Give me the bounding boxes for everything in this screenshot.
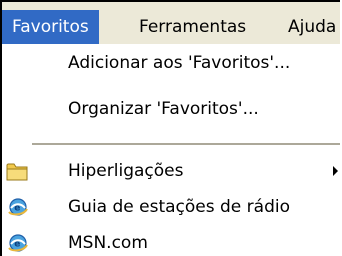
menu-ferramentas[interactable]: Ferramentas [129, 10, 256, 44]
links-folder-item[interactable]: Hiperligações [2, 154, 340, 188]
folder-icon [6, 163, 28, 181]
svg-text:e: e [14, 240, 20, 250]
ie-page-icon: e [8, 198, 28, 216]
menu-favoritos[interactable]: Favoritos [2, 10, 99, 44]
add-to-favorites-label: Adicionar aos 'Favoritos'... [68, 53, 291, 73]
menu-separator [32, 143, 340, 145]
svg-text:e: e [14, 204, 20, 214]
menu-bar: Favoritos Ferramentas Ajuda [2, 2, 340, 48]
add-to-favorites-item[interactable]: Adicionar aos 'Favoritos'... [2, 46, 340, 80]
ie-page-icon: e [8, 234, 28, 252]
organize-favorites-item[interactable]: Organizar 'Favoritos'... [2, 92, 340, 126]
radio-guide-label: Guia de estações de rádio [68, 197, 290, 217]
msn-item[interactable]: e MSN.com [2, 226, 340, 256]
favorites-dropdown: Adicionar aos 'Favoritos'... Organizar '… [2, 44, 340, 256]
favorites-menu-window: Favoritos Ferramentas Ajuda Adicionar ao… [0, 0, 340, 256]
submenu-arrow-icon [333, 166, 338, 176]
msn-label: MSN.com [68, 233, 148, 253]
radio-guide-item[interactable]: e Guia de estações de rádio [2, 190, 340, 224]
organize-favorites-label: Organizar 'Favoritos'... [68, 99, 259, 119]
links-folder-label: Hiperligações [68, 161, 184, 181]
menu-ajuda[interactable]: Ajuda [278, 10, 340, 44]
